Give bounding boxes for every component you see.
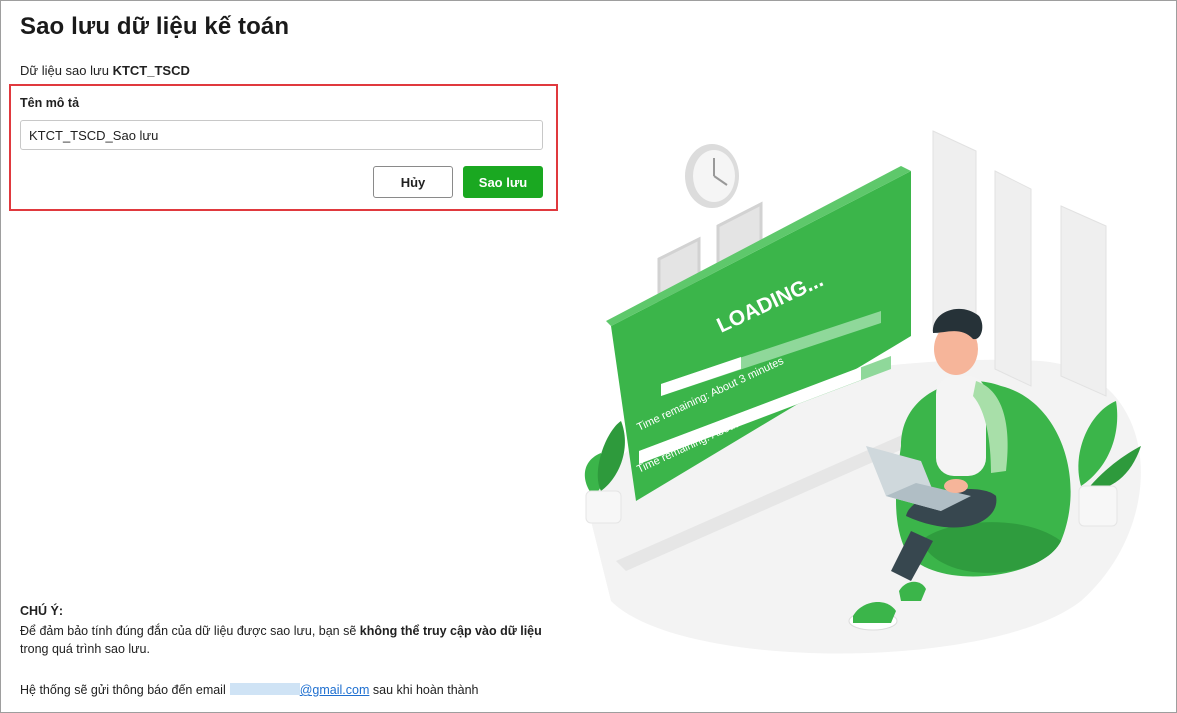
backup-data-line: Dữ liệu sao lưu KTCT_TSCD [20, 63, 190, 78]
wall-panel [1060, 205, 1107, 397]
loading-illustration: LOADING... Time remaining: About 3 minut… [584, 130, 1141, 654]
email-link[interactable]: @gmail.com [300, 683, 370, 697]
note-text: Để đảm bảo tính đúng đắn của dữ liệu đượ… [20, 622, 560, 658]
cancel-button[interactable]: Hủy [373, 166, 453, 198]
note-text-bold: không thể truy cập vào dữ liệu [359, 624, 542, 638]
note-text-part: trong quá trình sao lưu. [20, 642, 150, 656]
email-notice-text: Hệ thống sẽ gửi thông báo đến email [20, 683, 226, 697]
description-label: Tên mô tả [20, 96, 80, 110]
description-input[interactable] [20, 120, 543, 150]
backup-data-name: KTCT_TSCD [112, 63, 190, 78]
email-notice: Hệ thống sẽ gửi thông báo đến email @gmai… [20, 683, 479, 697]
note-text-part: Để đảm bảo tính đúng đắn của dữ liệu đượ… [20, 624, 360, 638]
backup-data-label: Dữ liệu sao lưu [20, 63, 109, 78]
email-notice-text: sau khi hoàn thành [369, 683, 479, 697]
backup-dialog: Sao lưu dữ liệu kế toán Dữ liệu sao lưu … [0, 0, 1177, 713]
wall-panel [994, 170, 1032, 387]
save-button[interactable]: Sao lưu [463, 166, 543, 198]
email-redacted [229, 683, 300, 695]
page-title: Sao lưu dữ liệu kế toán [20, 13, 290, 40]
note-title: CHÚ Ý: [20, 604, 64, 618]
